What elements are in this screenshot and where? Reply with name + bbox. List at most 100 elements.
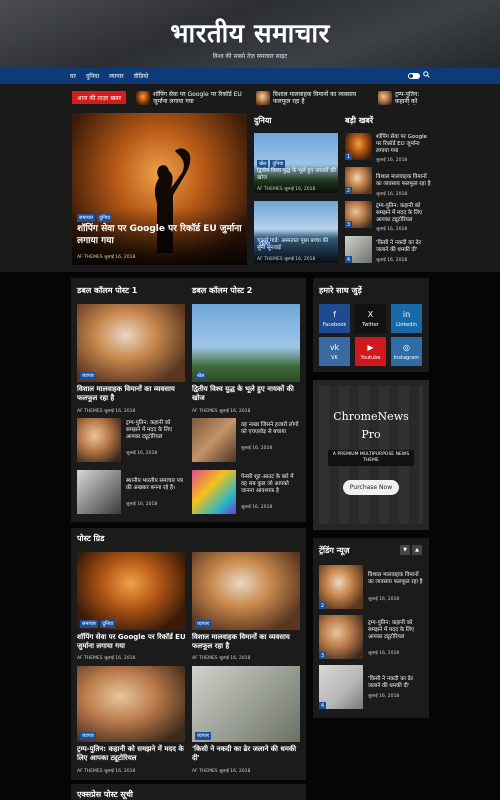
social-vk-button[interactable]: vk VK [319, 337, 350, 366]
post-meta: AF THEMES जुलाई 16, 2018 [77, 656, 136, 661]
site-title[interactable]: भारतीय समाचार [0, 0, 500, 50]
instagram-icon: ◎ [403, 342, 410, 352]
social-twitter-button[interactable]: X Twitter [355, 304, 386, 333]
post-date: जुलाई 16, 2018 [376, 192, 408, 197]
trending-item-title[interactable]: ट्रम्प-पुतिन: कहानी को समझने में मदद के … [368, 620, 424, 641]
post-categories: खेल दुनिया [257, 160, 286, 168]
social-label: Linkedin [396, 321, 417, 328]
trending-item-title[interactable]: विशाल मालवाहक विमानों का व्यवसाय फलफूल र… [368, 572, 424, 586]
nav-item-video[interactable]: वीडियो [134, 72, 149, 80]
post-meta: AF THEMES जुलाई 16, 2018 [257, 187, 316, 192]
list-item-title[interactable]: ट्रम्प-पुतिन: कहानी को समझने में मदद के … [126, 420, 186, 441]
grid-post-image[interactable]: समाचार दुनिया [77, 552, 185, 630]
world-post-title[interactable]: द्वितीय विश्व युद्ध के भूले हुए नायकों क… [257, 168, 337, 182]
purchase-button[interactable]: Purchase Now [343, 480, 399, 495]
social-instagram-button[interactable]: ◎ Instagram [391, 337, 422, 366]
nav-item-world[interactable]: दुनिया [86, 72, 99, 80]
world-post-image[interactable]: दुनिया चार्ल्स गार्ड: अस्पताल पूछा बच्चा… [254, 201, 338, 263]
double-col-main-image[interactable]: खेल [192, 304, 300, 382]
grid-post-title[interactable]: ट्रम्प-पुतिन: कहानी को समझने में मदद के … [77, 745, 187, 763]
ticker-item[interactable]: विशाल मालवाहक विमानों का व्यवसाय फलफूल र… [273, 91, 369, 105]
site-tagline: विश्व की सबसे तेज़ समाचार साइट [212, 53, 288, 60]
ticker-item[interactable]: शॉपिंग सेवा पर Google पर रिकॉर्ड EU जुर्… [153, 91, 249, 105]
category-tag[interactable]: खेल [195, 372, 207, 380]
big-news-item-title[interactable]: विशाल मालवाहक विमानों का व्यवसाय फलफूल र… [376, 174, 433, 188]
big-news-item-title[interactable]: 'किसी ने नकदी का ढेर जलाने की धमकी दी' [376, 240, 433, 254]
ticker-thumb[interactable] [256, 91, 270, 105]
social-label: Youtube [360, 354, 381, 361]
category-tag[interactable]: व्यापार [195, 732, 212, 740]
rank-number: 2 [345, 187, 352, 194]
hero-categories: समाचार दुनिया [77, 214, 113, 222]
grid-post-title[interactable]: विशाल मालवाहक विमानों का व्यवसाय फलफूल र… [192, 633, 302, 651]
youtube-icon: ▶ [367, 342, 374, 352]
ticker-thumb[interactable] [136, 91, 150, 105]
category-tag[interactable]: खेल [257, 160, 269, 168]
social-linkedin-button[interactable]: in Linkedin [391, 304, 422, 333]
hero-meta: AF THEMES जुलाई 16, 2018 [77, 255, 136, 260]
ticker-item[interactable]: ट्रम्प-पुतिन: कहानी को समझने में मदद के … [395, 91, 431, 105]
hero-title[interactable]: शॉपिंग सेवा पर Google पर रिकॉर्ड EU जुर्… [77, 223, 242, 247]
list-thumb[interactable] [192, 418, 236, 462]
post-grid-title: पोस्ट ग्रिड [77, 534, 105, 543]
list-thumb[interactable] [77, 470, 121, 514]
category-tag[interactable]: समाचार [80, 620, 99, 628]
grid-post-title[interactable]: 'किसी ने नकदी का ढेर जलाने की धमकी दी' [192, 745, 302, 763]
world-post-title[interactable]: चार्ल्स गार्ड: अस्पताल पूछा बच्चा की सुन… [257, 238, 337, 252]
category-tag[interactable]: व्यापार [80, 372, 97, 380]
category-tag[interactable]: दुनिया [270, 160, 286, 168]
post-date: जुलाई 16, 2018 [126, 502, 158, 507]
social-grid: f Facebook X Twitter in Linkedin vk VK ▶ Youtube ◎… [319, 304, 423, 366]
post-date: जुलाई 16, 2018 [376, 158, 408, 163]
grid-post-title[interactable]: शॉपिंग सेवा पर Google पर रिकॉर्ड EU जुर्… [77, 633, 187, 651]
category-tag[interactable]: व्यापार [80, 732, 97, 740]
rank-number: 3 [319, 652, 326, 659]
column-title-2: डबल कॉलम पोस्ट 2 [192, 286, 253, 295]
promo-brand: ChromeNews [333, 410, 409, 423]
search-icon[interactable] [423, 71, 430, 80]
list-item-title[interactable]: वह नाखा जिसने हजारों लोगों को एचएलोड़ से… [241, 422, 301, 436]
social-facebook-button[interactable]: f Facebook [319, 304, 350, 333]
double-col-main-title[interactable]: विशाल मालवाहक विमानों का व्यवसाय फलफूल र… [77, 385, 187, 403]
post-date: जुलाई 16, 2018 [126, 451, 158, 456]
twitter-icon: X [367, 309, 374, 319]
toggle-knob [409, 74, 413, 78]
nav-item-business[interactable]: व्यापार [109, 72, 124, 80]
ticker-thumb[interactable] [378, 91, 392, 105]
double-col-main-title[interactable]: द्वितीय विश्व युद्ध के भूले हुए नायकों क… [192, 385, 302, 403]
social-youtube-button[interactable]: ▶ Youtube [355, 337, 386, 366]
nav-item-home[interactable]: घर [70, 72, 76, 80]
big-news-item-title[interactable]: शॉपिंग सेवा पर Google पर रिकॉर्ड EU जुर्… [376, 134, 433, 155]
list-item-title[interactable]: पेनसी शूट-आउट के बारे में वह सब कुछ जो आ… [241, 474, 301, 495]
dark-mode-toggle[interactable] [408, 73, 420, 79]
grid-post-image[interactable]: व्यापार [77, 666, 185, 742]
hero-post[interactable]: समाचार दुनिया शॉपिंग सेवा पर Google पर र… [72, 113, 247, 265]
world-post-image[interactable]: खेल दुनिया द्वितीय विश्व युद्ध के भूले ह… [254, 133, 338, 193]
post-meta: AF THEMES जुलाई 16, 2018 [192, 769, 251, 774]
chevron-up-icon[interactable]: ▲ [412, 545, 422, 555]
grid-post-image[interactable]: व्यापार [192, 666, 300, 742]
post-date: जुलाई 16, 2018 [241, 446, 273, 451]
main-navigation: घर दुनिया व्यापार वीडियो [0, 68, 500, 84]
rank-number: 4 [319, 702, 326, 709]
site-header: भारतीय समाचार विश्व की सबसे तेज़ समाचार … [0, 0, 500, 68]
grid-post-image[interactable]: व्यापार [192, 552, 300, 630]
column-title-1: डबल कॉलम पोस्ट 1 [77, 286, 138, 295]
list-thumb[interactable] [77, 418, 121, 462]
category-tag[interactable]: समाचार [77, 214, 96, 222]
category-tag[interactable]: दुनिया [97, 214, 113, 222]
list-item-title[interactable]: स्थानीय भारतीय समाचार पत्र फ्री अखबार बन… [126, 478, 186, 492]
promo-banner[interactable]: ChromeNews Pro A PREMIUM MULTIPURPOSE NE… [313, 380, 429, 530]
post-date: जुलाई 16, 2018 [241, 505, 273, 510]
social-label: Instagram [393, 354, 420, 361]
chevron-down-icon[interactable]: ▼ [400, 545, 410, 555]
big-news-item-title[interactable]: ट्रम्प-पुतिन: कहानी को समझने में मदद के … [376, 203, 433, 224]
big-news-title: बड़ी खबरें [345, 116, 374, 125]
list-thumb[interactable] [192, 470, 236, 514]
category-tag[interactable]: व्यापार [195, 620, 212, 628]
social-label: Twitter [362, 321, 379, 328]
rank-number: 3 [345, 221, 352, 228]
double-col-main-image[interactable]: व्यापार [77, 304, 185, 382]
trending-item-title[interactable]: 'किसी ने नकदी का ढेर जलाने की धमकी दी' [368, 676, 424, 690]
category-tag[interactable]: दुनिया [100, 620, 116, 628]
